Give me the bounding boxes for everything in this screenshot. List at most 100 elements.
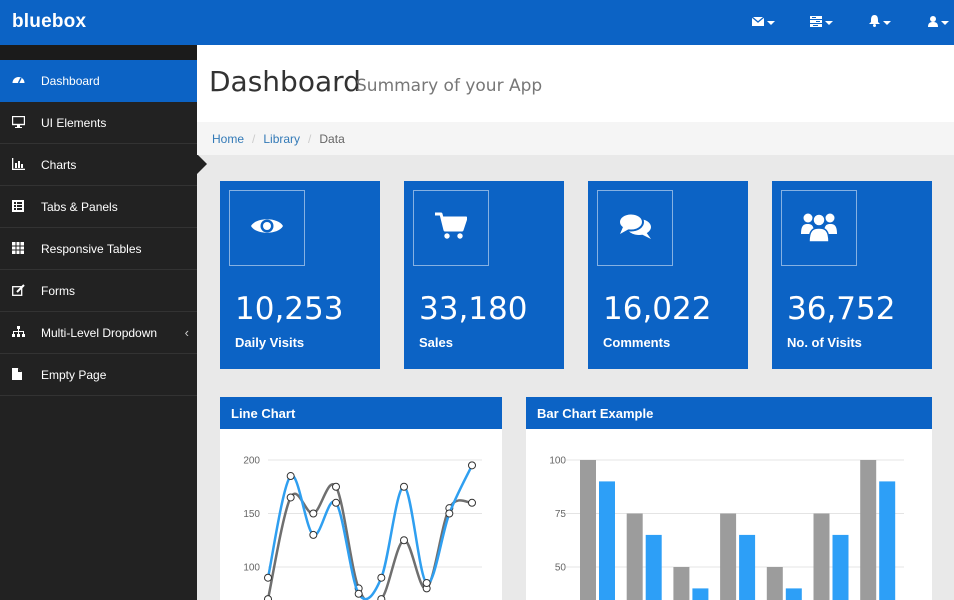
sidebar-item-ui-elements[interactable]: UI Elements	[0, 102, 197, 144]
stat-tile-visits: 36,752 No. of Visits	[772, 181, 932, 369]
y-tick-label: 100	[243, 563, 260, 574]
sidebar-item-forms[interactable]: Forms	[0, 270, 197, 312]
breadcrumb-current: Data	[319, 131, 345, 146]
sidebar-top-band	[0, 45, 197, 60]
envelope-icon	[751, 14, 765, 32]
y-tick-label: 75	[555, 509, 567, 520]
data-point[interactable]	[286, 493, 295, 502]
bar[interactable]	[645, 534, 662, 600]
sidebar-item-responsive-tables[interactable]: Responsive Tables	[0, 228, 197, 270]
bar[interactable]	[599, 481, 615, 600]
data-point[interactable]	[400, 536, 408, 545]
sidebar-item-label: Multi-Level Dropdown	[41, 325, 158, 340]
stat-label: No. of Visits	[787, 335, 862, 350]
bar[interactable]	[692, 588, 709, 600]
brand-logo[interactable]: bluebox	[12, 11, 86, 33]
bar[interactable]	[879, 481, 896, 600]
data-point[interactable]	[264, 595, 272, 600]
sidebar-item-charts[interactable]: Charts	[0, 144, 197, 186]
stat-icon-box	[597, 190, 673, 266]
stat-value: 16,022	[603, 291, 712, 327]
stat-label: Sales	[419, 335, 453, 350]
eye-icon	[250, 215, 284, 242]
stat-tile-sales: 33,180 Sales	[404, 181, 564, 369]
y-tick-label: 100	[549, 456, 566, 467]
bar[interactable]	[860, 460, 877, 600]
panel-title: Bar Chart Example	[526, 397, 932, 429]
data-point[interactable]	[377, 573, 386, 582]
bar-chart-icon	[12, 157, 26, 171]
data-point[interactable]	[445, 509, 454, 518]
shopping-cart-icon	[435, 212, 468, 245]
data-point[interactable]	[400, 482, 408, 491]
bar[interactable]	[580, 460, 596, 600]
chevron-down-icon	[767, 21, 775, 25]
bar[interactable]	[813, 513, 830, 600]
dashboard-icon	[12, 73, 26, 87]
stat-icon-box	[229, 190, 305, 266]
sidebar-item-tabs-panels[interactable]: Tabs & Panels	[0, 186, 197, 228]
alerts-dropdown[interactable]	[869, 14, 891, 32]
active-section-pointer	[197, 154, 207, 174]
sidebar-item-label: Responsive Tables	[41, 241, 142, 256]
sidebar: Dashboard UI Elements Charts Tabs & Pane…	[0, 45, 197, 600]
stat-label: Daily Visits	[235, 335, 305, 350]
desktop-icon	[11, 115, 26, 129]
edit-icon	[12, 283, 26, 297]
chevron-down-icon	[941, 21, 949, 25]
file-icon	[12, 367, 26, 381]
data-point[interactable]	[309, 530, 318, 539]
sidebar-item-label: UI Elements	[41, 115, 107, 130]
data-point[interactable]	[332, 498, 340, 507]
data-point[interactable]	[422, 579, 431, 588]
tasks-dropdown[interactable]	[810, 14, 833, 32]
sidebar-item-dashboard[interactable]: Dashboard	[0, 60, 197, 102]
breadcrumb-home[interactable]: Home	[212, 132, 244, 146]
data-point[interactable]	[354, 589, 363, 598]
data-point[interactable]	[468, 498, 476, 507]
bar[interactable]	[720, 513, 737, 600]
stat-icon-box	[413, 190, 489, 266]
comments-icon	[618, 212, 652, 245]
bar[interactable]	[785, 588, 802, 600]
data-point[interactable]	[264, 573, 272, 582]
data-point[interactable]	[468, 461, 476, 470]
messages-dropdown[interactable]	[751, 14, 775, 32]
chevron-left-icon: ‹	[184, 325, 189, 340]
stat-icon-box	[781, 190, 857, 266]
stat-value: 36,752	[787, 291, 896, 327]
panel-title: Line Chart	[220, 397, 502, 429]
stat-value: 10,253	[235, 291, 344, 327]
sidebar-item-label: Tabs & Panels	[41, 199, 118, 214]
page-header: Dashboard Summary of your App	[197, 45, 954, 122]
top-navbar: bluebox	[0, 0, 954, 45]
chevron-down-icon	[883, 21, 891, 25]
data-point[interactable]	[286, 472, 295, 481]
data-point[interactable]	[309, 509, 318, 518]
bar[interactable]	[766, 567, 783, 600]
stat-tile-daily-visits: 10,253 Daily Visits	[220, 181, 380, 369]
bar[interactable]	[739, 534, 756, 600]
user-icon	[928, 14, 938, 32]
line-chart: 200 150 100	[243, 456, 482, 600]
bar[interactable]	[832, 534, 849, 600]
user-dropdown[interactable]	[928, 14, 949, 32]
y-tick-label: 150	[243, 509, 260, 520]
stat-tile-comments: 16,022 Comments	[588, 181, 748, 369]
sidebar-item-label: Dashboard	[41, 73, 100, 88]
y-tick-label: 200	[243, 456, 260, 467]
data-point[interactable]	[377, 595, 386, 600]
users-icon	[801, 210, 837, 247]
sidebar-item-empty-page[interactable]: Empty Page	[0, 354, 197, 396]
breadcrumb-separator: /	[252, 131, 256, 146]
bar[interactable]	[673, 567, 690, 600]
data-point[interactable]	[332, 482, 340, 491]
line-chart-panel: Line Chart 200 150 100	[220, 397, 502, 600]
bar-chart: 100 75 50	[549, 456, 904, 600]
breadcrumb-library[interactable]: Library	[263, 132, 300, 146]
bar[interactable]	[626, 513, 643, 600]
stat-label: Comments	[603, 335, 671, 350]
sidebar-item-multi-level-dropdown[interactable]: Multi-Level Dropdown ‹	[0, 312, 197, 354]
breadcrumb: Home / Library / Data	[197, 122, 954, 155]
sitemap-icon	[12, 325, 26, 339]
